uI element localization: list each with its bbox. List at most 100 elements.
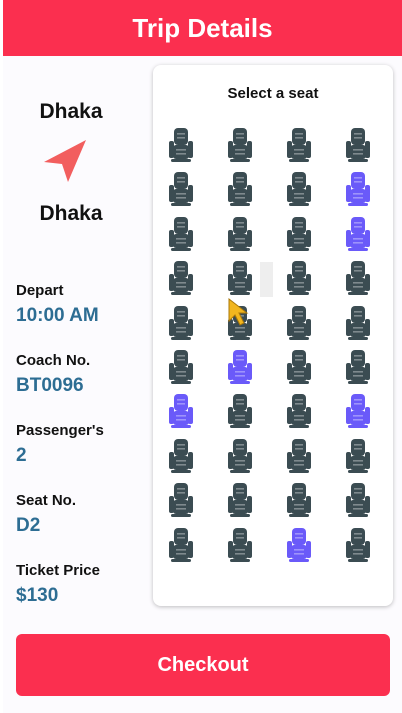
seat-icon [346,394,370,429]
seat-available[interactable] [345,438,371,474]
seat-available[interactable] [345,305,371,341]
seat-available[interactable] [227,260,253,296]
seat-icon [228,261,252,296]
trip-info-panel: Dhaka Dhaka Depart 10:00 AM Coach No. BT… [16,56,151,616]
depart-value: 10:00 AM [16,305,99,326]
seat-available[interactable] [286,349,312,385]
seat-booked[interactable] [345,393,371,429]
seat-available[interactable] [168,260,194,296]
seat-available[interactable] [168,127,194,163]
seat-available[interactable] [286,305,312,341]
seat-icon [228,172,252,207]
seat-icon [228,483,252,518]
seat-available[interactable] [286,482,312,518]
seat-icon [346,172,370,207]
seat-map-card: Select a seat [153,65,393,606]
coach-value: BT0096 [16,375,84,396]
seat-icon [169,350,193,384]
trip-details-screen: Trip Details Dhaka Dhaka Depart 10:00 AM… [3,0,402,713]
seat-icon [346,438,370,473]
seat-icon [169,438,193,473]
seat-icon [169,261,193,296]
seat-icon [228,128,252,162]
seat-booked[interactable] [168,393,194,429]
seat-icon [228,350,252,384]
seat-icon [287,394,311,429]
seat-icon [287,527,311,562]
seat-available[interactable] [168,349,194,385]
navigation-arrow-icon [44,140,86,182]
destination-city: Dhaka [39,202,103,225]
seat-available[interactable] [168,438,194,474]
seat-booked[interactable] [345,171,371,207]
seat-number-info: Seat No. D2 [16,492,76,537]
seat-icon [169,483,193,518]
depart-info: Depart 10:00 AM [16,282,99,327]
seat-available[interactable] [168,527,194,563]
seat-available[interactable] [345,127,371,163]
seat-icon [228,394,252,429]
seat-available[interactable] [168,171,194,207]
passengers-label: Passenger's [16,422,104,439]
seat-available[interactable] [227,216,253,252]
seat-icon [287,216,311,251]
seat-map-title: Select a seat [227,85,319,102]
seat-available[interactable] [227,393,253,429]
seat-number-value: D2 [16,515,41,536]
checkout-button[interactable]: Checkout [16,634,390,696]
seat-icon [346,216,370,251]
seat-available[interactable] [286,393,312,429]
seat-available[interactable] [345,349,371,385]
seat-icon [169,128,193,162]
ticket-price-info: Ticket Price $130 [16,562,100,607]
seat-icon [346,350,370,384]
seat-icon [169,305,193,340]
seat-icon [169,172,193,207]
seat-available[interactable] [286,438,312,474]
ticket-price-value: $130 [16,585,59,606]
seat-available[interactable] [286,216,312,252]
seat-available[interactable] [345,260,371,296]
seat-icon [287,483,311,518]
seat-number-label: Seat No. [16,492,77,509]
seat-available[interactable] [227,482,253,518]
seat-available[interactable] [168,216,194,252]
depart-label: Depart [16,282,64,299]
seat-icon [287,305,311,340]
seat-icon [169,527,193,562]
seat-icon [287,350,311,384]
page-title: Trip Details [132,12,273,43]
seat-available[interactable] [345,482,371,518]
seat-icon [346,527,370,562]
origin-city: Dhaka [39,100,103,123]
aisle-marker [260,262,273,297]
seat-booked[interactable] [345,216,371,252]
ticket-price-label: Ticket Price [16,562,100,579]
seat-icon [169,394,193,429]
seat-icon [346,261,370,296]
coach-info: Coach No. BT0096 [16,352,90,397]
seat-icon [346,305,370,340]
seat-icon [346,128,370,162]
seat-available[interactable] [286,127,312,163]
seat-available[interactable] [227,527,253,563]
passengers-info: Passenger's 2 [16,422,104,467]
seat-icon [228,527,252,562]
seat-available[interactable] [227,171,253,207]
seat-icon [287,261,311,296]
seat-available[interactable] [227,438,253,474]
coach-label: Coach No. [16,352,91,369]
seat-available[interactable] [168,482,194,518]
seat-icon [228,216,252,251]
seat-available[interactable] [286,171,312,207]
seat-icon [287,172,311,207]
seat-booked[interactable] [286,527,312,563]
seat-booked[interactable] [227,349,253,385]
seat-icon [287,128,311,162]
passengers-value: 2 [16,445,27,466]
seat-available[interactable] [168,305,194,341]
seat-available[interactable] [286,260,312,296]
seat-icon [287,438,311,473]
seat-available[interactable] [345,527,371,563]
seat-available[interactable] [227,127,253,163]
